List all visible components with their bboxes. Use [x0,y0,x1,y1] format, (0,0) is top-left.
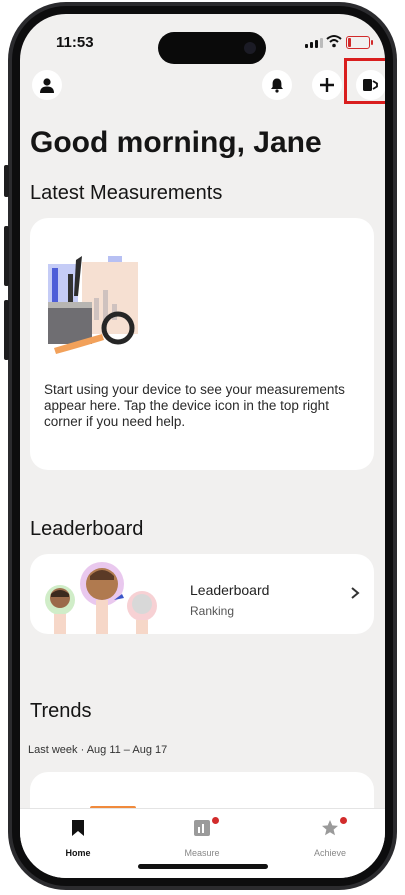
leaderboard-card[interactable]: Leaderboard Ranking [30,554,374,634]
leaderboard-card-subtitle: Ranking [190,604,235,618]
measurements-illustration [48,256,138,354]
device-button-highlight [344,58,385,104]
chevron-right-icon [351,587,360,599]
app-screen: 11:53 Good morning, Jane Latest Measurem… [20,14,385,878]
battery-icon [346,36,373,49]
tab-achieve[interactable]: Achieve [290,817,370,858]
greeting-title: Good morning, Jane [30,126,322,159]
side-button-action [4,165,9,197]
tab-measure-label: Measure [184,848,220,858]
latest-measurements-card: Start using your device to see your meas… [30,218,374,470]
leaderboard-avatars-illustration [45,562,157,634]
tab-home[interactable]: Home [38,819,118,858]
status-bar: 11:53 [20,14,385,64]
profile-button[interactable] [32,70,62,100]
leaderboard-title: Leaderboard [30,518,144,540]
tab-achieve-label: Achieve [313,848,347,858]
wifi-icon [326,35,342,48]
bookmark-icon [72,820,84,836]
measure-badge [212,817,219,824]
status-time: 11:53 [56,34,94,51]
leaderboard-card-title: Leaderboard [190,582,270,598]
bell-icon [271,78,283,93]
add-button[interactable] [312,70,342,100]
person-icon [40,78,54,93]
tab-measure[interactable]: Measure [162,817,242,858]
home-indicator [138,864,268,869]
dynamic-island [158,32,266,64]
side-button-volume-up [4,226,9,286]
chart-icon [194,820,210,836]
plus-icon [320,78,334,92]
latest-measurements-title: Latest Measurements [30,182,223,204]
signal-icon [305,38,323,48]
notifications-button[interactable] [262,70,292,100]
achieve-badge [340,817,347,824]
tab-home-label: Home [65,848,91,858]
trends-title: Trends [30,700,92,722]
side-button-volume-down [4,300,9,360]
latest-measurements-empty-text: Start using your device to see your meas… [44,382,345,429]
trends-date-range: Last week · Aug 11 – Aug 17 [28,744,168,756]
star-icon [322,820,338,836]
